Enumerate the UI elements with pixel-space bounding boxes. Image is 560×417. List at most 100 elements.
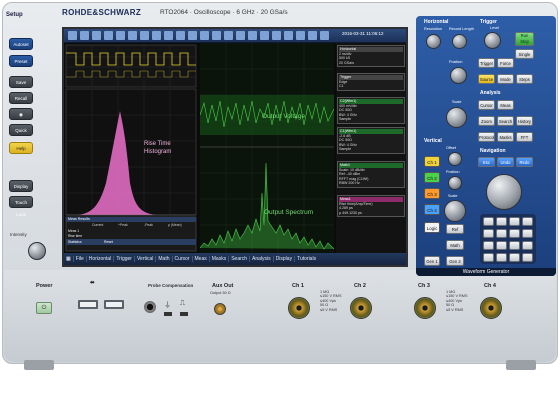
key-3[interactable] bbox=[509, 217, 520, 226]
probe-comp-jack[interactable] bbox=[144, 301, 156, 313]
source-button[interactable]: Source bbox=[478, 74, 495, 84]
menu-meas[interactable]: Meas bbox=[193, 256, 210, 262]
menu-file[interactable]: File bbox=[74, 256, 87, 262]
ch2-input-bnc[interactable] bbox=[350, 297, 372, 319]
key-16[interactable] bbox=[522, 253, 533, 262]
zoom-button[interactable]: Zoom bbox=[478, 116, 495, 126]
key-13[interactable] bbox=[483, 253, 494, 262]
key-14[interactable] bbox=[496, 253, 507, 262]
preset-button[interactable]: Preset bbox=[9, 55, 33, 67]
comp-terminal[interactable] bbox=[180, 312, 188, 316]
force-button[interactable]: Force bbox=[497, 58, 514, 68]
history-button[interactable]: History bbox=[516, 116, 533, 126]
protocol-button[interactable]: Protocol bbox=[478, 132, 495, 142]
statistics-label[interactable]: Statistics bbox=[68, 240, 82, 244]
ch4-button[interactable]: Ch 4 bbox=[424, 204, 440, 215]
touch-lock-button[interactable]: Touch Lock bbox=[9, 196, 33, 217]
help-button[interactable]: Help bbox=[9, 142, 33, 154]
aux-out-connector[interactable] bbox=[214, 303, 226, 315]
key-12[interactable] bbox=[522, 241, 533, 250]
horizontal-info[interactable]: Horizontal 2 ns/div 500 kS 20 GSa/s bbox=[337, 45, 405, 68]
masks-button[interactable]: Masks bbox=[497, 132, 514, 142]
toolbar-icon-20[interactable] bbox=[296, 31, 305, 40]
toolbar-icon-11[interactable] bbox=[188, 31, 197, 40]
math-button[interactable]: Math bbox=[446, 240, 464, 250]
ground-terminal[interactable] bbox=[164, 312, 172, 316]
mode-button[interactable]: Mode bbox=[497, 74, 514, 84]
waveform-panel-left[interactable]: Rise Time Histogram Meas Results Current… bbox=[64, 43, 198, 253]
trigger-button[interactable]: Trigger bbox=[478, 58, 495, 68]
toolbar-icon-1[interactable] bbox=[68, 31, 77, 40]
fft-button[interactable]: FFT bbox=[516, 132, 533, 142]
key-5[interactable] bbox=[483, 229, 494, 238]
key-4[interactable] bbox=[522, 217, 533, 226]
resolution-knob[interactable] bbox=[426, 34, 441, 49]
toolbar-icon-18[interactable] bbox=[272, 31, 281, 40]
position-knob[interactable] bbox=[450, 67, 467, 84]
usb-port-1[interactable] bbox=[78, 300, 98, 309]
logic-button[interactable]: Logic bbox=[424, 222, 440, 233]
ch3-button[interactable]: Ch 3 bbox=[424, 188, 440, 199]
ch2-button[interactable]: Ch 2 bbox=[424, 172, 440, 183]
toolbar-icon-14[interactable] bbox=[224, 31, 233, 40]
toolbar-icon-16[interactable] bbox=[248, 31, 257, 40]
search-button[interactable]: Search bbox=[497, 116, 514, 126]
toolbar-icon-13[interactable] bbox=[212, 31, 221, 40]
toolbar-icon-3[interactable] bbox=[92, 31, 101, 40]
key-7[interactable] bbox=[509, 229, 520, 238]
record-length-knob[interactable] bbox=[452, 34, 467, 49]
menu-math[interactable]: Math bbox=[156, 256, 173, 262]
key-11[interactable] bbox=[509, 241, 520, 250]
menu-tutorials[interactable]: Tutorials bbox=[295, 256, 318, 262]
toolbar-icon-5[interactable] bbox=[116, 31, 125, 40]
vertical-scale-knob[interactable] bbox=[444, 200, 466, 222]
menu-cursor[interactable]: Cursor bbox=[173, 256, 193, 262]
reset-button[interactable]: Reset bbox=[104, 240, 113, 244]
menu-display[interactable]: Display bbox=[274, 256, 296, 262]
meas-button[interactable]: Meas bbox=[497, 100, 514, 110]
ref-button[interactable]: Ref bbox=[446, 224, 464, 234]
offset-knob[interactable] bbox=[448, 152, 462, 166]
toolbar-icon-7[interactable] bbox=[140, 31, 149, 40]
navigation-wheel[interactable] bbox=[486, 174, 522, 210]
steps-button[interactable]: Steps bbox=[516, 74, 533, 84]
trigger-info[interactable]: Trigger Edge C1 bbox=[337, 73, 405, 91]
menu-horizontal[interactable]: Horizontal bbox=[87, 256, 115, 262]
toolbar-icon-12[interactable] bbox=[200, 31, 209, 40]
cursor-button[interactable]: Cursor bbox=[478, 100, 495, 110]
key-8[interactable] bbox=[522, 229, 533, 238]
recall-button[interactable]: Recall bbox=[9, 92, 33, 104]
key-9[interactable] bbox=[483, 241, 494, 250]
key-1[interactable] bbox=[483, 217, 494, 226]
menu-trigger[interactable]: Trigger bbox=[114, 256, 135, 262]
single-button[interactable]: Single bbox=[515, 49, 534, 59]
toolbar-icon-19[interactable] bbox=[284, 31, 293, 40]
toolbar-icon-15[interactable] bbox=[236, 31, 245, 40]
menu-search[interactable]: Search bbox=[229, 256, 251, 262]
toolbar-icon-10[interactable] bbox=[176, 31, 185, 40]
display-screen[interactable]: 2016-03-31 11:06:12 Rise Time Histogram … bbox=[62, 27, 408, 267]
power-button[interactable]: ⏻ bbox=[36, 302, 52, 314]
gen2-button[interactable]: Gen 2 bbox=[446, 256, 464, 266]
intensity-knob[interactable] bbox=[28, 242, 46, 260]
quick-mkrs-button[interactable]: Quick Mkrs bbox=[9, 124, 33, 145]
camera-button[interactable]: ◉ bbox=[9, 108, 33, 120]
menu-masks[interactable]: Masks bbox=[210, 256, 230, 262]
toolbar-icon-22[interactable] bbox=[320, 31, 329, 40]
redo-button[interactable]: Redo bbox=[516, 157, 533, 167]
c2-info[interactable]: C2(Wfm1) 400 mV/div DC 50Ω BW: 4 GHz Sam… bbox=[337, 97, 405, 124]
c1-info[interactable]: C1(Wfm1) -2.6 dB DC 50Ω BW: 4 GHz Sample bbox=[337, 127, 405, 154]
usb-port-2[interactable] bbox=[104, 300, 124, 309]
toolbar-icon-8[interactable] bbox=[152, 31, 161, 40]
toolbar-icon-2[interactable] bbox=[80, 31, 89, 40]
gen1-button[interactable]: Gen 1 bbox=[424, 256, 440, 266]
waveform-panel-middle[interactable]: Output Voltage Output Spectrum bbox=[200, 43, 334, 253]
toolbar-icon-17[interactable] bbox=[260, 31, 269, 40]
horizontal-scale-knob[interactable] bbox=[446, 107, 467, 128]
key-10[interactable] bbox=[496, 241, 507, 250]
run-stop-button[interactable]: Run Stop bbox=[515, 32, 534, 46]
toolbar-icon-6[interactable] bbox=[128, 31, 137, 40]
undo-button[interactable]: Undo bbox=[497, 157, 514, 167]
toolbar-icon-4[interactable] bbox=[104, 31, 113, 40]
toolbar-icon-9[interactable] bbox=[164, 31, 173, 40]
